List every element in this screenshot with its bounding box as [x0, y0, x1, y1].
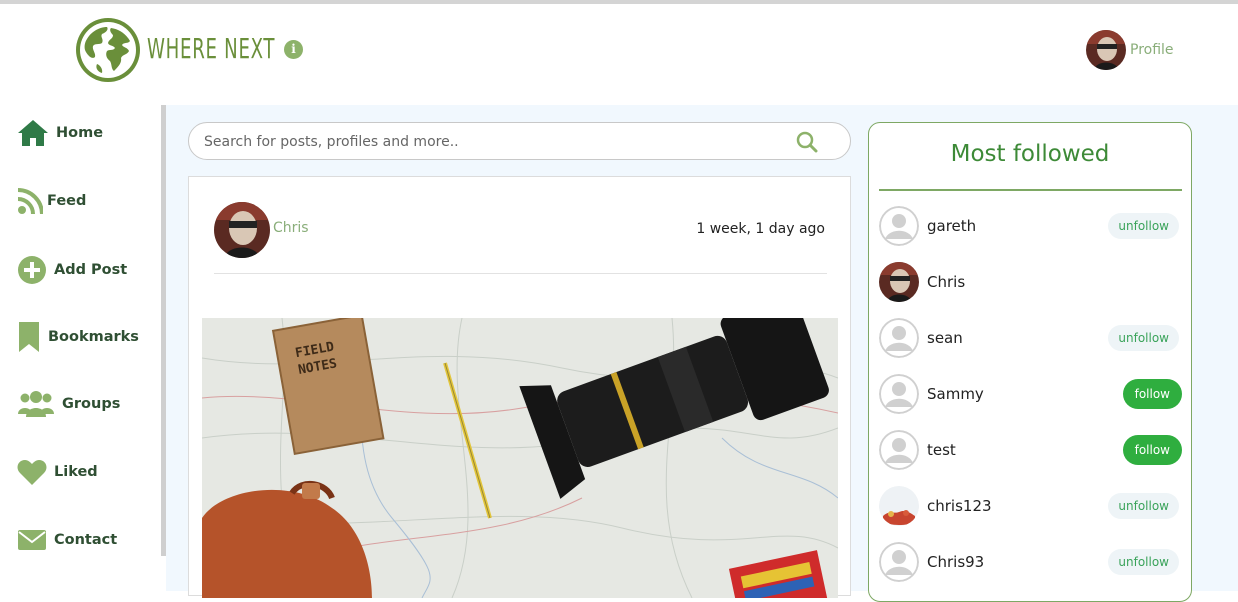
sidebar-item-label: Contact — [54, 532, 118, 548]
user-avatar[interactable] — [879, 374, 919, 414]
unfollow-button[interactable]: unfollow — [1108, 493, 1179, 519]
post-image[interactable]: FIELD NOTES — [202, 318, 838, 598]
sidebar-item-label: Groups — [62, 396, 121, 412]
sidebar-item-label: Bookmarks — [48, 329, 139, 345]
sidebar-item-liked[interactable]: Liked — [17, 458, 98, 486]
most-followed-title: Most followed — [950, 141, 1110, 167]
sidebar-item-label: Home — [56, 125, 104, 141]
sidebar-item-add-post[interactable]: Add Post — [17, 255, 127, 285]
followed-user-row: Chris — [879, 261, 1182, 303]
sidebar-item-feed[interactable]: Feed — [17, 187, 86, 215]
user-avatar[interactable] — [879, 486, 919, 526]
most-followed-panel: Most followed gareth unfollow Chris sean… — [868, 122, 1192, 602]
user-avatar[interactable] — [879, 206, 919, 246]
search-input[interactable] — [204, 131, 784, 153]
followed-user-row: Chris93 unfollow — [879, 541, 1182, 583]
followed-user-row: gareth unfollow — [879, 205, 1182, 247]
user-name[interactable]: Chris93 — [927, 553, 984, 571]
unfollow-button[interactable]: unfollow — [1108, 213, 1179, 239]
sidebar-item-label: Liked — [54, 464, 98, 480]
sidebar-item-home[interactable]: Home — [17, 119, 103, 147]
user-avatar[interactable] — [879, 262, 919, 302]
profile-label: Profile — [1130, 42, 1174, 58]
profile-avatar — [1086, 30, 1126, 70]
followed-user-row: chris123 unfollow — [879, 485, 1182, 527]
profile-link[interactable]: Profile — [1086, 30, 1174, 70]
unfollow-button[interactable]: unfollow — [1108, 549, 1179, 575]
sidebar-item-bookmarks[interactable]: Bookmarks — [17, 321, 139, 353]
sidebar-item-label: Feed — [47, 193, 87, 209]
brand-name[interactable]: WHERE NEXT — [147, 32, 275, 65]
user-name[interactable]: chris123 — [927, 497, 992, 515]
most-followed-divider — [879, 189, 1182, 191]
users-icon — [18, 391, 54, 417]
sidebar-item-contact[interactable]: Contact — [17, 526, 117, 554]
home-icon — [18, 120, 48, 146]
top-header: WHERE NEXT i Profile — [0, 4, 1238, 105]
post-timestamp: 1 week, 1 day ago — [696, 221, 825, 237]
rss-feed-icon — [17, 188, 43, 215]
envelope-icon — [18, 530, 46, 550]
heart-icon — [17, 460, 47, 485]
user-avatar[interactable] — [879, 542, 919, 582]
followed-user-row: Sammy follow — [879, 373, 1182, 415]
user-name[interactable]: test — [927, 441, 956, 459]
user-name[interactable]: Sammy — [927, 385, 984, 403]
sidebar-item-label: Add Post — [54, 262, 128, 278]
follow-button[interactable]: follow — [1122, 435, 1182, 465]
sidebar-item-groups[interactable]: Groups — [17, 390, 120, 418]
search-bar[interactable] — [188, 122, 851, 160]
globe-logo-icon[interactable] — [75, 17, 141, 83]
bookmark-icon — [19, 322, 39, 352]
user-name[interactable]: gareth — [927, 217, 976, 235]
post-card: Chris 1 week, 1 day ago FIELD NOTES — [188, 176, 851, 598]
user-name[interactable]: Chris — [927, 273, 965, 291]
search-icon[interactable] — [796, 131, 818, 153]
user-name[interactable]: sean — [927, 329, 963, 347]
post-divider — [214, 273, 827, 274]
user-avatar[interactable] — [879, 430, 919, 470]
user-avatar[interactable] — [879, 318, 919, 358]
post-author-avatar[interactable] — [214, 202, 270, 258]
post-author-name[interactable]: Chris — [273, 220, 309, 236]
info-icon[interactable]: i — [284, 40, 303, 59]
followed-user-row: test follow — [879, 429, 1182, 471]
followed-user-row: sean unfollow — [879, 317, 1182, 359]
follow-button[interactable]: follow — [1122, 379, 1182, 409]
plus-circle-icon — [18, 256, 46, 284]
sidebar-nav: Home Feed Add Post Bookmarks Groups Like… — [0, 105, 162, 591]
unfollow-button[interactable]: unfollow — [1108, 325, 1179, 351]
